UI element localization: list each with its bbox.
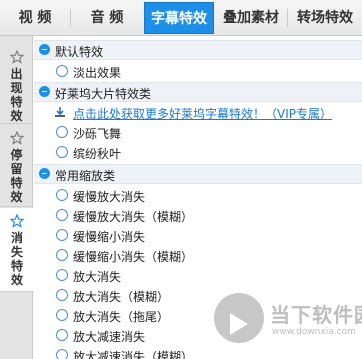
watermark-url: www.downxia.com bbox=[272, 327, 356, 337]
radio-button[interactable] bbox=[56, 349, 68, 359]
radio-button[interactable] bbox=[56, 269, 68, 281]
side-tab-appear[interactable]: 出现特效 bbox=[0, 44, 33, 124]
group-header-default[interactable]: 默认特效 bbox=[34, 40, 362, 60]
star-icon bbox=[9, 131, 24, 145]
item-label: 放大消失（模糊） bbox=[73, 290, 170, 304]
radio-button[interactable] bbox=[56, 189, 68, 201]
item-label: 沙砾飞舞 bbox=[73, 127, 122, 141]
tab-divider bbox=[70, 9, 71, 27]
star-icon bbox=[10, 214, 24, 228]
list-item[interactable]: 缓慢放大消失 bbox=[34, 186, 362, 206]
collapse-icon[interactable] bbox=[39, 86, 50, 97]
collapse-icon[interactable] bbox=[39, 44, 50, 55]
side-tab-label: 出现特效 bbox=[10, 67, 23, 123]
radio-button[interactable] bbox=[56, 289, 68, 301]
radio-button[interactable] bbox=[56, 309, 68, 321]
top-tab-bar: 视 频 音 频 字幕特效 叠加素材 转场特效 bbox=[0, 0, 362, 36]
list-item[interactable]: 缤纷秋叶 bbox=[34, 143, 362, 163]
side-tab-stay[interactable]: 停留特效 bbox=[0, 125, 33, 207]
item-label: 缓慢缩小消失（模糊） bbox=[73, 250, 194, 264]
list-item[interactable]: 放大消失 bbox=[34, 266, 362, 286]
tab-subtitle-effects[interactable]: 字幕特效 bbox=[144, 2, 214, 34]
list-item[interactable]: 缓慢缩小消失（模糊） bbox=[34, 246, 362, 266]
radio-button[interactable] bbox=[56, 146, 68, 158]
list-item[interactable]: 淡出效果 bbox=[34, 62, 362, 82]
item-label: 缤纷秋叶 bbox=[73, 147, 122, 161]
tab-audio[interactable]: 音 频 bbox=[74, 2, 140, 34]
vip-link-row: 点击此处获取更多好莱坞字幕特效！（VIP专属） bbox=[34, 103, 362, 123]
item-label: 缓慢放大消失（模糊） bbox=[73, 210, 194, 224]
item-label: 缓慢缩小消失 bbox=[73, 230, 146, 244]
item-label: 放大减速消失 bbox=[73, 330, 146, 344]
item-label: 淡出效果 bbox=[73, 66, 122, 80]
group-header-hollywood[interactable]: 好莱坞大片特效类 bbox=[34, 82, 362, 102]
tab-overlay-material[interactable]: 叠加素材 bbox=[216, 2, 286, 34]
item-label: 放大消失 bbox=[73, 270, 122, 284]
list-item[interactable]: 缓慢放大消失（模糊） bbox=[34, 206, 362, 226]
side-tab-label: 消失特效 bbox=[10, 231, 23, 287]
item-label: 放大消失（拖尾） bbox=[73, 310, 170, 324]
tab-transition-effects[interactable]: 转场特效 bbox=[290, 2, 360, 34]
list-item[interactable]: 沙砾飞舞 bbox=[34, 123, 362, 143]
radio-button[interactable] bbox=[56, 65, 68, 77]
radio-button[interactable] bbox=[56, 329, 68, 341]
item-label: 放大减速消失（模糊） bbox=[73, 350, 194, 359]
vip-link[interactable]: 点击此处获取更多好莱坞字幕特效！（VIP专属） bbox=[73, 105, 332, 122]
radio-button[interactable] bbox=[56, 126, 68, 138]
side-tab-bar: 出现特效 停留特效 消失特效 bbox=[0, 36, 34, 359]
star-icon bbox=[9, 50, 24, 64]
watermark-title: 当下软件园 bbox=[270, 303, 362, 327]
item-label: 缓慢放大消失 bbox=[73, 190, 146, 204]
tab-divider bbox=[287, 9, 288, 27]
download-icon bbox=[55, 107, 65, 117]
collapse-icon[interactable] bbox=[39, 168, 50, 179]
side-tab-label: 停留特效 bbox=[10, 148, 23, 204]
side-tab-disappear[interactable]: 消失特效 bbox=[0, 208, 34, 292]
group-header-scaling[interactable]: 常用缩放类 bbox=[34, 164, 362, 184]
tab-video[interactable]: 视 频 bbox=[4, 2, 66, 34]
radio-button[interactable] bbox=[56, 229, 68, 241]
list-item[interactable]: 缓慢缩小消失 bbox=[34, 226, 362, 246]
watermark-logo: 当下软件园 www.downxia.com bbox=[214, 287, 362, 351]
play-logo-icon bbox=[214, 293, 264, 343]
group-title: 常用缩放类 bbox=[55, 169, 116, 183]
group-title: 好莱坞大片特效类 bbox=[55, 87, 152, 101]
group-title: 默认特效 bbox=[55, 45, 104, 59]
radio-button[interactable] bbox=[56, 209, 68, 221]
radio-button[interactable] bbox=[56, 249, 68, 261]
